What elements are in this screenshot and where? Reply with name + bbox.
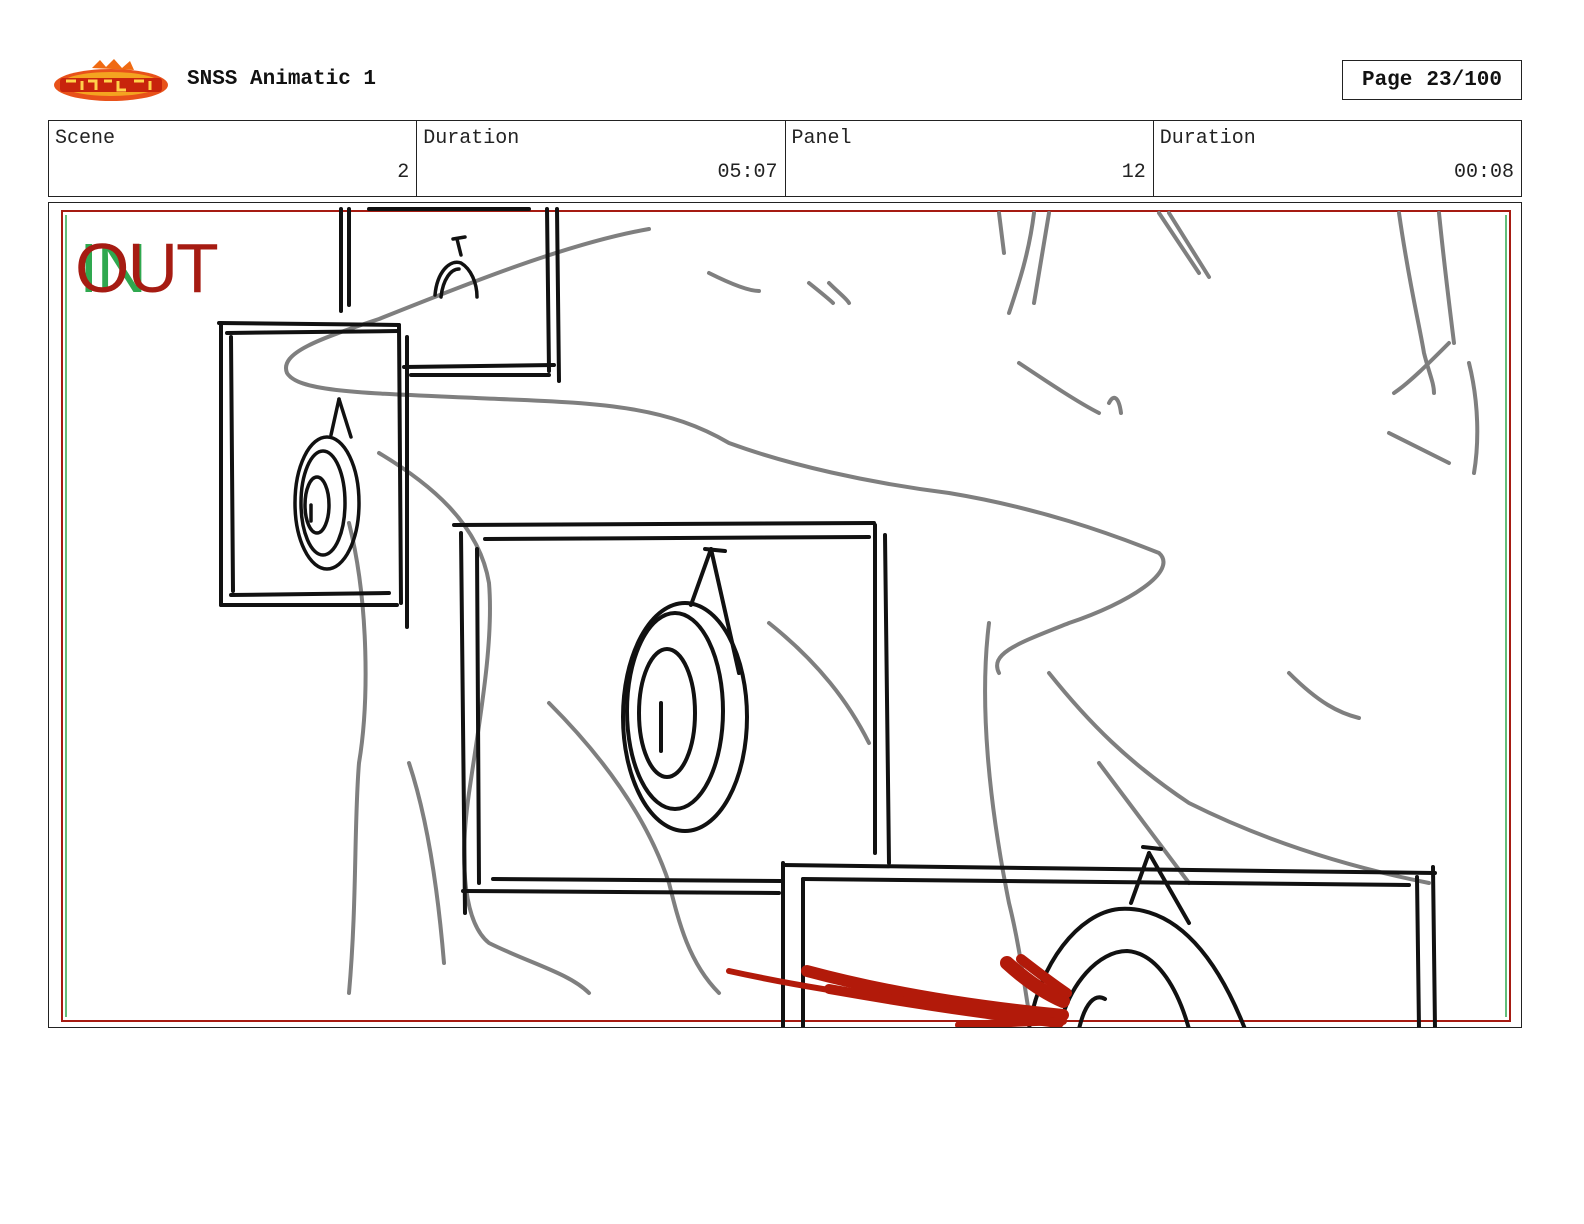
scene-duration-label: Duration (423, 127, 520, 150)
panel-duration-value: 00:08 (1453, 161, 1514, 184)
scene-cell: Scene 2 (49, 121, 418, 196)
gong-frame-bottom (781, 861, 1437, 1027)
panel-label: Panel (791, 127, 852, 150)
scene-duration-value: 05:07 (717, 161, 778, 184)
gong-icon-center (621, 547, 749, 833)
panel-duration-label: Duration (1159, 127, 1256, 150)
gong-frame-left (217, 321, 409, 629)
panel-value: 12 (1121, 161, 1146, 184)
document-title: SNSS Animatic 1 (187, 68, 377, 91)
gong-icon-left (293, 397, 361, 571)
out-marker: OUT (75, 229, 219, 307)
page-header: SNSS Animatic 1 Page 23/100 (48, 56, 1522, 108)
panel-cell: Panel 12 (786, 121, 1154, 196)
show-logo-icon (54, 59, 168, 101)
panel-duration-cell: Duration 00:08 (1154, 121, 1521, 196)
gong-frame-center (452, 521, 891, 915)
storyboard-panel: IN OUT (48, 202, 1522, 1028)
scene-value: 2 (397, 161, 410, 184)
page-indicator: Page 23/100 (1342, 60, 1522, 100)
scene-duration-cell: Duration 05:07 (417, 121, 786, 196)
gong-frame-small-top (339, 207, 561, 383)
red-motion-strokes (726, 954, 1072, 1027)
scene-label: Scene (55, 127, 116, 150)
page-number: 23/100 (1426, 68, 1503, 92)
shot-info-table: Scene 2 Duration 05:07 Panel 12 Duration… (48, 120, 1522, 197)
page-label: Page (1361, 68, 1413, 92)
storyboard-sketch (61, 207, 1511, 1027)
